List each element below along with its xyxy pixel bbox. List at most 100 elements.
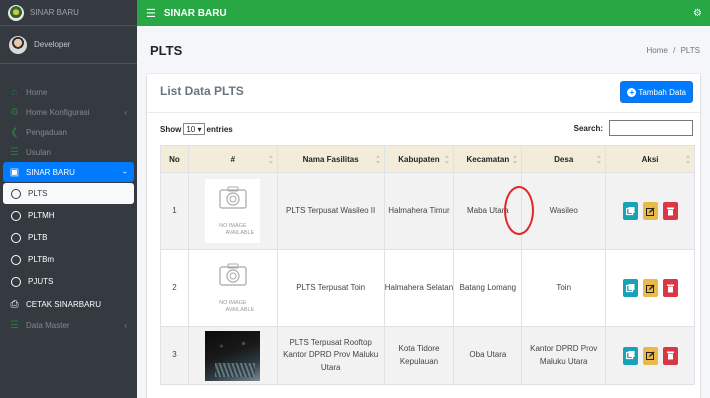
- data-table: No # Nama Fasilitas Kabupaten Kecamatan …: [160, 145, 695, 385]
- table-row: 3 PLTS Terpusat Rooftop Kantor DPRD Prov…: [160, 326, 695, 385]
- brand-link[interactable]: SINAR BARU: [0, 0, 137, 26]
- sidebar-item-home[interactable]: ⌂ Home: [0, 82, 137, 102]
- sidebar-item-home-konfigurasi[interactable]: ⚙ Home Konfigurasi ‹: [0, 102, 137, 122]
- column-header-no[interactable]: No: [160, 145, 189, 173]
- cell-kabupaten: Halmahera Selatan: [383, 249, 455, 327]
- building-icon: ▣: [9, 166, 20, 178]
- sidebar-item-usulan[interactable]: ☰ Usulan: [0, 142, 137, 162]
- settings-gear-icon[interactable]: ⚙: [693, 8, 702, 19]
- row-actions: [606, 202, 694, 220]
- header-label: No: [169, 154, 180, 164]
- cell-no: 3: [160, 326, 189, 385]
- sidebar-subitem-pltb[interactable]: PLTB: [3, 227, 134, 248]
- breadcrumb-separator: /: [673, 46, 676, 55]
- column-header-aksi[interactable]: Aksi: [605, 145, 695, 173]
- user-name: Developer: [34, 40, 71, 49]
- sidebar-item-cetak[interactable]: ⎙ CETAK SINARBARU: [0, 293, 137, 315]
- sidebar-item-sinar-baru[interactable]: ▣ SINAR BARU ‹: [3, 162, 134, 182]
- facility-photo: [205, 330, 261, 381]
- edit-icon: [645, 351, 655, 360]
- sidebar-item-label: Usulan: [26, 147, 51, 157]
- cell-image: [187, 326, 278, 385]
- data-card: List Data PLTS + Tambah Data Show 10 ▾ e…: [147, 74, 700, 398]
- divider: [147, 112, 700, 113]
- add-data-label: Tambah Data: [638, 87, 686, 97]
- sidebar-subitem-label: PJUTS: [28, 277, 54, 286]
- sidebar-subitem-plts[interactable]: PLTS: [3, 183, 134, 204]
- sidebar-subitem-pltbm[interactable]: PLTBm: [3, 249, 134, 270]
- view-button[interactable]: [622, 202, 638, 220]
- trash-icon: [666, 207, 674, 215]
- search-input[interactable]: [609, 120, 693, 136]
- sidebar-item-label: Data Master: [26, 320, 70, 330]
- edit-highlight-annotation: [504, 186, 534, 235]
- cell-no: 2: [160, 249, 189, 327]
- hamburger-menu-icon[interactable]: ☰: [146, 7, 156, 20]
- user-panel[interactable]: Developer: [0, 26, 137, 64]
- trash-icon: [666, 351, 674, 360]
- edit-button[interactable]: [642, 202, 658, 220]
- delete-button[interactable]: [662, 346, 678, 365]
- table-row: 2 NO IMAGE AVAILABLE PLTS Terpusat Toin …: [160, 249, 695, 327]
- sort-icon: [375, 155, 380, 164]
- brand-logo: [8, 4, 24, 21]
- cell-aksi: [605, 326, 695, 385]
- cell-desa: Toin: [521, 249, 607, 327]
- chevron-down-icon: ▾: [197, 125, 202, 134]
- column-header-kecamatan[interactable]: Kecamatan: [453, 145, 523, 173]
- header-label: Desa: [554, 154, 574, 164]
- header-label: Kecamatan: [466, 154, 510, 164]
- sort-icon: [513, 155, 518, 164]
- sort-icon: [597, 155, 602, 164]
- cell-desa: Wasileo: [521, 172, 607, 250]
- topbar: ☰ SINAR BARU ⚙: [137, 0, 710, 26]
- add-data-button[interactable]: + Tambah Data: [620, 81, 693, 103]
- column-header-nama-fasilitas[interactable]: Nama Fasilitas: [276, 145, 385, 173]
- row-actions: [606, 279, 694, 297]
- column-header-desa[interactable]: Desa: [521, 145, 607, 173]
- cogs-icon: ⚙: [10, 106, 19, 118]
- sort-icon: [268, 155, 273, 164]
- sort-icon: [445, 155, 450, 164]
- no-image-line1: NO IMAGE: [219, 300, 247, 306]
- main-content: PLTS Home / PLTS List Data PLTS + Tambah…: [137, 26, 710, 398]
- sidebar-subitem-pjuts[interactable]: PJUTS: [3, 271, 134, 292]
- breadcrumb-current: PLTS: [680, 46, 700, 55]
- sidebar-item-pengaduan[interactable]: ❮ Pengaduan: [0, 122, 137, 142]
- delete-button[interactable]: [662, 279, 678, 297]
- breadcrumb-home-link[interactable]: Home: [647, 46, 668, 55]
- header-label: #: [230, 154, 236, 164]
- row-actions: [606, 346, 694, 365]
- delete-button[interactable]: [662, 202, 678, 220]
- column-header-image[interactable]: #: [187, 145, 278, 173]
- chevron-left-icon: ‹: [124, 320, 127, 330]
- sidebar-subitem-pltmh[interactable]: PLTMH: [3, 205, 134, 226]
- cell-image: NO IMAGE AVAILABLE: [187, 249, 278, 327]
- edit-icon: [645, 284, 655, 293]
- circle-icon: [11, 232, 21, 243]
- trash-icon: [666, 284, 674, 292]
- search-label: Search:: [573, 123, 603, 133]
- view-button[interactable]: [622, 279, 638, 297]
- plus-circle-icon: +: [627, 87, 637, 97]
- header-label: Nama Fasilitas: [302, 154, 359, 164]
- no-image-placeholder: NO IMAGE AVAILABLE: [205, 179, 261, 243]
- column-header-kabupaten[interactable]: Kabupaten: [383, 145, 455, 173]
- bullhorn-icon: ❮: [10, 126, 19, 138]
- sidebar: SINAR BARU Developer ⌂ Home ⚙ Home Konfi…: [0, 0, 137, 398]
- view-button[interactable]: [622, 346, 638, 365]
- edit-button[interactable]: [642, 279, 658, 297]
- entries-select-value: 10: [186, 125, 196, 134]
- no-image-line1: NO IMAGE: [219, 223, 247, 229]
- home-icon: ⌂: [11, 86, 18, 98]
- avatar: [9, 35, 27, 54]
- header-label: Kabupaten: [398, 154, 440, 164]
- edit-button[interactable]: [642, 346, 658, 365]
- sidebar-item-data-master[interactable]: ☰ Data Master ‹: [0, 315, 137, 335]
- breadcrumb: Home / PLTS: [647, 46, 700, 55]
- no-image-text: NO IMAGE AVAILABLE: [205, 300, 260, 314]
- entries-select[interactable]: 10 ▾: [183, 123, 205, 135]
- cell-aksi: [605, 172, 695, 250]
- camera-icon: [219, 263, 247, 286]
- sidebar-item-label: CETAK SINARBARU: [26, 299, 101, 309]
